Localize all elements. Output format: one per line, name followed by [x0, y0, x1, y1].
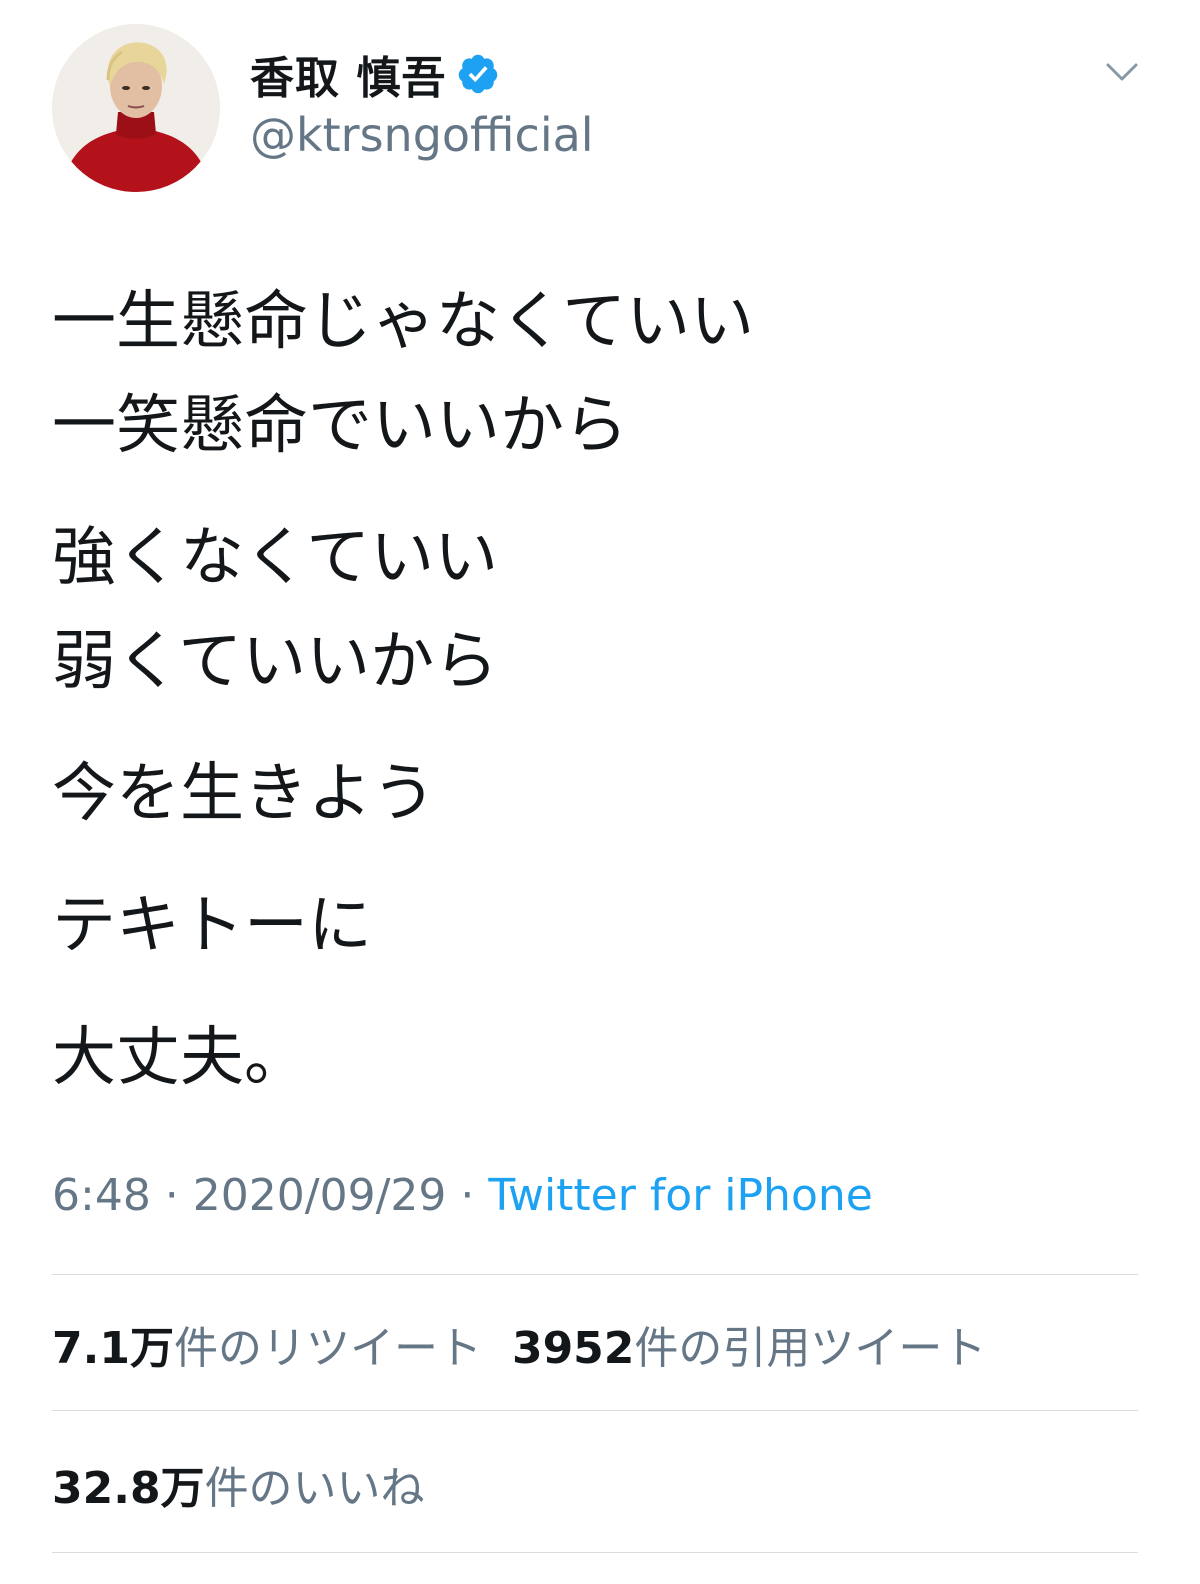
quotes-stat[interactable]: 3952 件の引用ツイート — [512, 1312, 986, 1376]
likes-row: 32.8万 件のいいね — [52, 1452, 455, 1516]
tweet-line: 一生懸命じゃなくていい — [52, 285, 755, 359]
quotes-count: 3952 — [511, 1323, 635, 1374]
author-name-row[interactable]: 香取 慎吾 — [250, 44, 500, 104]
verified-badge-icon — [456, 52, 500, 96]
tweet-line: 強くなくていい — [52, 521, 499, 595]
meta-separator: · — [150, 1170, 193, 1221]
tweet-line: 弱くていいから — [52, 625, 499, 699]
likes-stat[interactable]: 32.8万 件のいいね — [52, 1452, 425, 1516]
handle[interactable]: @ktrsngofficial — [250, 108, 594, 162]
tweet-source-link[interactable]: Twitter for iPhone — [488, 1170, 872, 1221]
divider — [52, 1274, 1138, 1275]
tweet-line: 一笑懸命でいいから — [52, 389, 628, 463]
tweet-paragraph: 大丈夫。 — [52, 1006, 1152, 1110]
display-name[interactable]: 香取 慎吾 — [250, 42, 446, 106]
divider — [52, 1552, 1138, 1553]
tweet-meta: 6:48 · 2020/09/29 · Twitter for iPhone — [52, 1170, 873, 1221]
likes-count: 32.8万 — [52, 1463, 205, 1514]
tweet-line: 大丈夫。 — [52, 1021, 308, 1095]
tweet-text: 一生懸命じゃなくていい 一笑懸命でいいから 強くなくていい 弱くていいから 今を… — [52, 270, 1152, 1138]
quotes-label: 件の引用ツイート — [634, 1323, 987, 1374]
tweet-card: 香取 慎吾 @ktrsngofficial 一生懸命じゃなくていい 一笑懸命でい… — [0, 0, 1200, 1584]
meta-separator: · — [446, 1170, 489, 1221]
tweet-paragraph: テキトーに — [52, 874, 1152, 978]
avatar[interactable] — [52, 24, 220, 192]
divider — [52, 1410, 1138, 1411]
retweets-label: 件のリツイート — [173, 1323, 482, 1374]
engagement-row: 7.1万 件のリツイート 3952 件の引用ツイート — [52, 1312, 1016, 1376]
tweet-line: 今を生きよう — [52, 757, 436, 831]
likes-label: 件のいいね — [204, 1463, 425, 1514]
tweet-paragraph: 今を生きよう — [52, 742, 1152, 846]
chevron-down-icon[interactable] — [1102, 52, 1142, 92]
retweets-count: 7.1万 — [52, 1323, 174, 1374]
tweet-line: テキトーに — [52, 889, 372, 963]
retweets-stat[interactable]: 7.1万 件のリツイート — [52, 1312, 482, 1376]
tweet-date[interactable]: 2020/09/29 — [193, 1170, 447, 1221]
tweet-time[interactable]: 6:48 — [52, 1170, 151, 1221]
tweet-paragraph: 強くなくていい 弱くていいから — [52, 506, 1152, 714]
avatar-image — [52, 24, 220, 192]
tweet-paragraph: 一生懸命じゃなくていい 一笑懸命でいいから — [52, 270, 1152, 478]
